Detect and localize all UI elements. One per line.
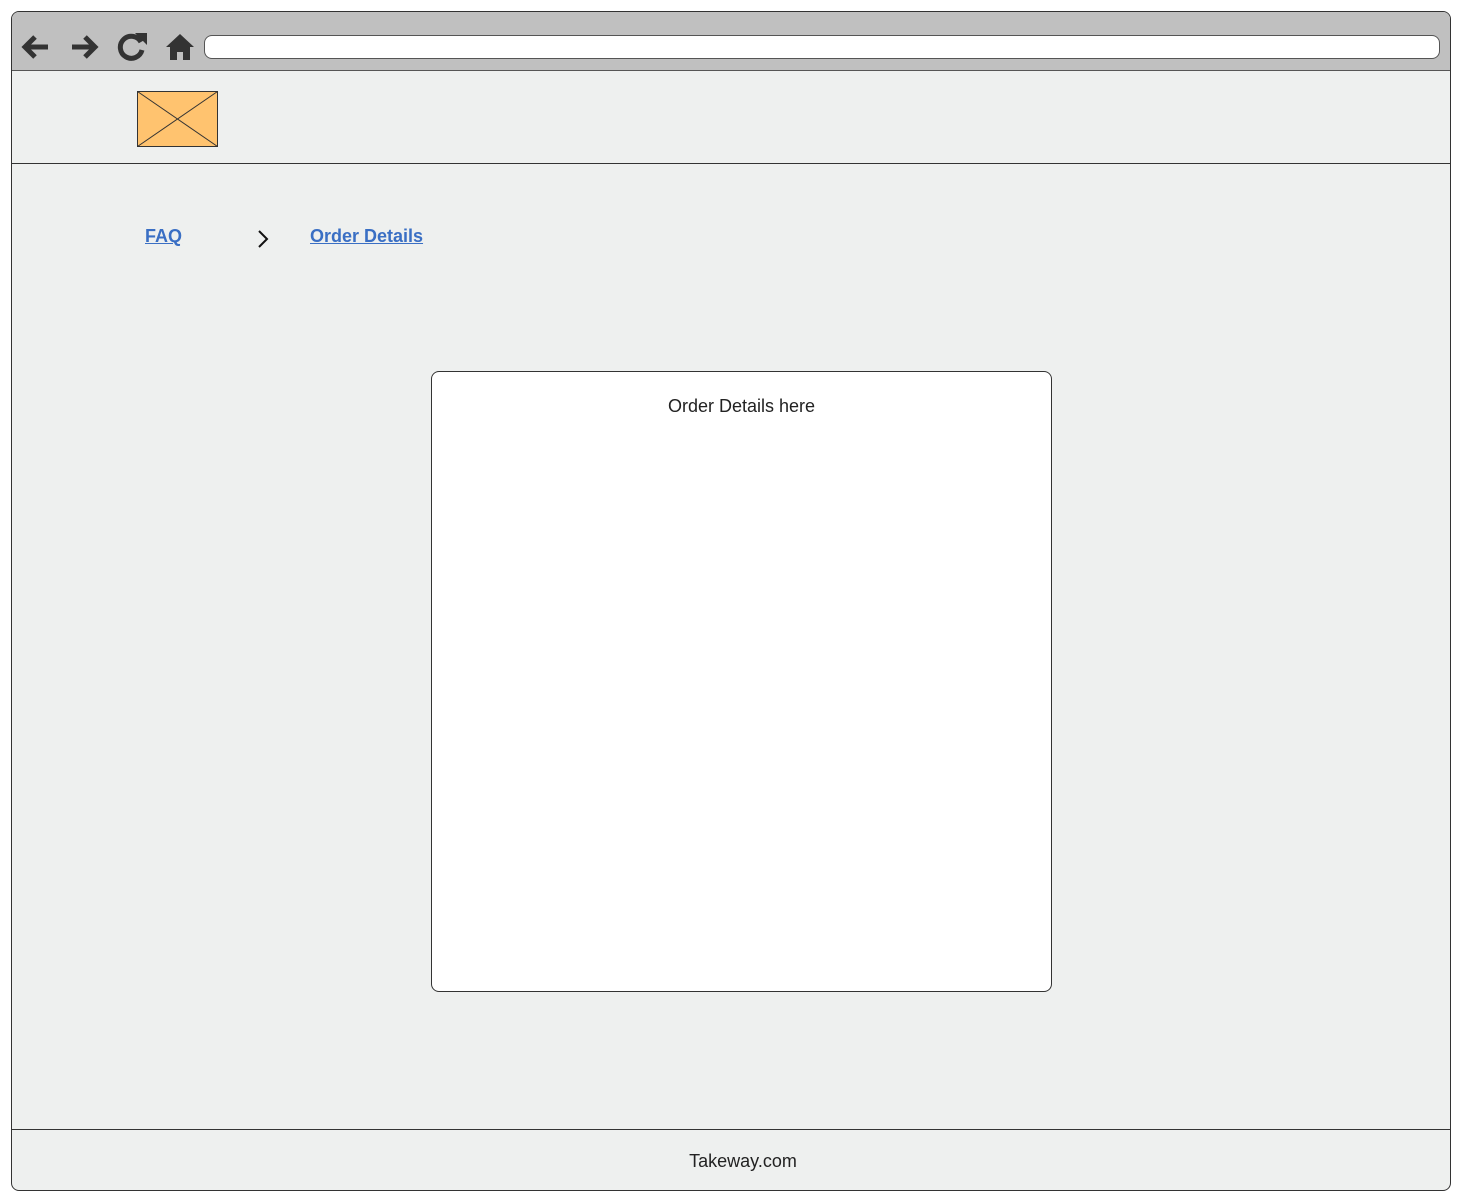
order-details-text: Order Details here bbox=[667, 396, 816, 416]
browser-window: FAQ Order Details Order Details here Tak… bbox=[11, 11, 1451, 1191]
site-header bbox=[12, 71, 1450, 164]
address-bar[interactable] bbox=[204, 35, 1440, 59]
home-icon[interactable] bbox=[163, 30, 197, 64]
site-footer: Takeway.com bbox=[12, 1129, 1450, 1190]
breadcrumb: FAQ Order Details bbox=[12, 222, 1450, 252]
browser-toolbar bbox=[12, 12, 1450, 71]
back-arrow-icon[interactable] bbox=[18, 30, 52, 64]
forward-arrow-icon[interactable] bbox=[68, 30, 102, 64]
order-details-panel: Order Details here bbox=[431, 371, 1052, 992]
breadcrumb-link-order-details[interactable]: Order Details bbox=[310, 226, 423, 247]
chevron-right-icon bbox=[255, 228, 271, 250]
footer-text: Takeway.com bbox=[689, 1151, 797, 1171]
reload-icon[interactable] bbox=[115, 30, 149, 64]
image-placeholder-icon bbox=[137, 91, 218, 147]
breadcrumb-link-faq[interactable]: FAQ bbox=[145, 226, 182, 247]
